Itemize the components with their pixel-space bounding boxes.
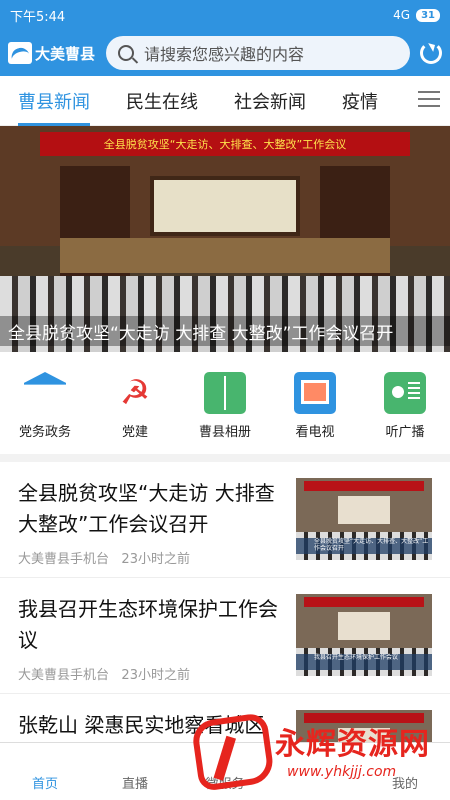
quick-link-label: 党务政务	[18, 425, 71, 440]
watermark: 永辉资源网 www.yhkjjj.com	[190, 710, 445, 792]
logo-icon	[8, 42, 32, 64]
news-time: 23小时之前	[121, 552, 190, 567]
app-logo: 大美曹县	[8, 42, 106, 64]
quick-link-party-affairs[interactable]: 党务政务	[5, 372, 85, 440]
search-bar[interactable]: 请搜索您感兴趣的内容	[106, 36, 410, 70]
news-thumbnail: 我县召开生态环境保护工作会议	[296, 594, 432, 676]
news-source: 大美曹县手机台	[18, 668, 110, 683]
nav-live[interactable]: 直播	[95, 751, 175, 792]
news-item[interactable]: 我县召开生态环境保护工作会议 大美曹县手机台 23小时之前 我县召开生态环境保护…	[0, 578, 450, 694]
tab-livelihood[interactable]: 民生在线	[108, 88, 198, 114]
quick-link-tv[interactable]: 看电视	[275, 372, 355, 440]
refresh-icon[interactable]	[420, 42, 442, 64]
thumbnail-caption: 全县脱贫攻坚“大走访、大排查、大整改”工作会议召开	[296, 538, 432, 554]
thumbnail-caption: 我县召开生态环境保护工作会议	[296, 654, 432, 670]
stage-screen	[150, 176, 300, 236]
news-meta: 大美曹县手机台 23小时之前	[18, 548, 190, 567]
watermark-logo-icon	[190, 712, 276, 792]
status-time: 下午5:44	[10, 9, 66, 25]
watermark-name: 永辉资源网	[275, 727, 430, 762]
quick-link-label: 看电视	[295, 425, 335, 440]
watermark-url: www.yhkjjj.com	[287, 764, 397, 780]
banner-stage-text: 全县脱贫攻坚“大走访、大排查、大整改”工作会议	[40, 132, 410, 156]
status-bar: 下午5:44 4G 31	[0, 0, 450, 30]
news-thumbnail: 全县脱贫攻坚“大走访、大排查、大整改”工作会议召开	[296, 478, 432, 560]
banner-caption[interactable]: 全县脱贫攻坚“大走访 大排查 大整改”工作会议召开	[0, 316, 450, 346]
news-title: 全县脱贫攻坚“大走访 大排查 大整改”工作会议召开	[18, 481, 275, 536]
quick-link-radio[interactable]: 听广播	[365, 372, 445, 440]
search-placeholder: 请搜索您感兴趣的内容	[144, 45, 305, 64]
logo-text: 大美曹县	[35, 44, 96, 63]
status-icons: 4G 31	[393, 8, 440, 22]
quick-links: 党务政务 ☭ 党建 曹县相册 看电视 听广播	[0, 352, 450, 462]
quick-link-label: 听广播	[385, 425, 425, 440]
stage-table	[60, 238, 390, 273]
news-source: 大美曹县手机台	[18, 552, 110, 567]
quick-link-album[interactable]: 曹县相册	[185, 372, 265, 440]
album-icon	[204, 372, 246, 414]
battery-icon: 31	[416, 8, 440, 22]
category-tabs: 曹县新闻 民生在线 社会新闻 疫情	[0, 76, 450, 126]
news-list: 全县脱贫攻坚“大走访 大排查 大整改”工作会议召开 大美曹县手机台 23小时之前…	[0, 462, 450, 742]
top-banner[interactable]: 全县脱贫攻坚“大走访、大排查、大整改”工作会议 全县脱贫攻坚“大走访 大排查 大…	[0, 126, 450, 352]
network-text: 4G	[393, 8, 411, 22]
tab-county-news[interactable]: 曹县新闻	[0, 88, 90, 126]
radio-icon	[384, 372, 426, 414]
tab-social-news[interactable]: 社会新闻	[216, 88, 306, 114]
app-header: 大美曹县 请搜索您感兴趣的内容	[0, 30, 450, 76]
menu-icon[interactable]	[418, 91, 440, 109]
news-time: 23小时之前	[121, 668, 190, 683]
search-icon	[118, 45, 134, 61]
tv-icon	[294, 372, 336, 414]
government-icon	[24, 372, 66, 385]
party-icon: ☭	[119, 373, 151, 413]
news-title: 我县召开生态环境保护工作会议	[18, 597, 278, 652]
news-item[interactable]: 全县脱贫攻坚“大走访 大排查 大整改”工作会议召开 大美曹县手机台 23小时之前…	[0, 462, 450, 578]
news-meta: 大美曹县手机台 23小时之前	[18, 664, 190, 683]
quick-link-label: 曹县相册	[198, 425, 251, 440]
nav-home[interactable]: 首页	[5, 751, 85, 792]
tab-epidemic[interactable]: 疫情	[324, 88, 378, 114]
quick-link-label: 党建	[121, 425, 148, 440]
quick-link-party-building[interactable]: ☭ 党建	[95, 372, 175, 440]
